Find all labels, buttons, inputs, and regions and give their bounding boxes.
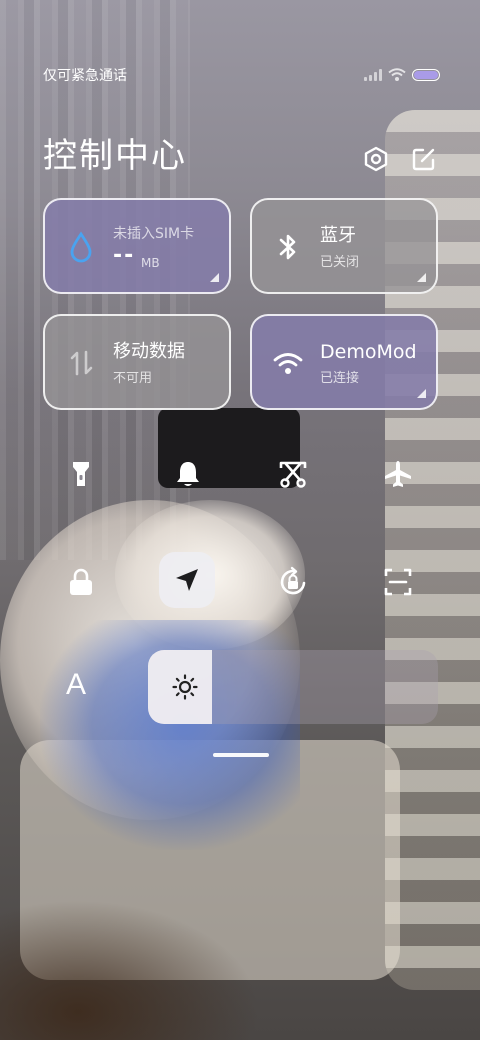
battery-icon (412, 69, 440, 81)
mobile-data-tile[interactable]: 移动数据 不可用 (43, 314, 231, 410)
flashlight-toggle[interactable] (59, 452, 103, 496)
status-bar: 仅可紧急通话 (43, 66, 440, 86)
home-indicator[interactable] (213, 753, 269, 757)
wifi-status-icon (388, 68, 406, 81)
location-toggle[interactable] (159, 552, 215, 608)
expand-corner-icon (210, 273, 219, 282)
scan-icon (384, 568, 412, 596)
rotation-lock-icon (280, 566, 306, 595)
mobile-data-label: 移动数据 (113, 341, 185, 362)
rotation-lock-toggle[interactable] (271, 560, 315, 604)
location-arrow-icon (176, 569, 198, 591)
mobile-data-arrows-icon (70, 350, 93, 376)
lock-screen-toggle[interactable] (59, 560, 103, 604)
screenshot-toggle[interactable] (271, 452, 315, 496)
airplane-toggle[interactable] (376, 452, 420, 496)
font-size-button[interactable]: A (66, 668, 86, 702)
settings-hex-icon[interactable] (362, 145, 390, 173)
bluetooth-tile[interactable]: 蓝牙 已关闭 (250, 198, 438, 294)
sun-icon (172, 674, 198, 700)
scanner-toggle[interactable] (376, 560, 420, 604)
data-usage-value: -- (113, 243, 136, 268)
signal-bars-icon (364, 69, 382, 81)
ringer-toggle[interactable] (166, 452, 210, 496)
expand-corner-icon (417, 273, 426, 282)
bell-icon (177, 462, 199, 486)
bluetooth-status: 已关闭 (320, 255, 360, 270)
data-usage-tile[interactable]: 未插入SIM卡 -- MB (43, 198, 231, 294)
edit-icon[interactable] (410, 145, 438, 173)
status-icons (364, 68, 440, 82)
wifi-network-name: DemoMod (320, 341, 417, 363)
wifi-tile[interactable]: DemoMod 已连接 (250, 314, 438, 410)
water-drop-icon (70, 231, 92, 263)
flashlight-icon (73, 462, 89, 486)
wifi-icon (273, 353, 303, 374)
carrier-status-text: 仅可紧急通话 (43, 68, 127, 84)
airplane-icon (385, 461, 411, 487)
data-usage-unit: MB (141, 256, 160, 270)
bluetooth-label: 蓝牙 (320, 225, 356, 246)
mobile-data-status: 不可用 (113, 371, 153, 386)
wallpaper-dark-corner (0, 900, 260, 1040)
page-title: 控制中心 (43, 136, 187, 176)
lock-icon (70, 568, 92, 595)
brightness-slider[interactable] (148, 650, 438, 724)
wifi-status: 已连接 (320, 371, 360, 386)
expand-corner-icon (417, 389, 426, 398)
bluetooth-icon (279, 234, 296, 260)
screenshot-scissors-icon (279, 461, 307, 488)
